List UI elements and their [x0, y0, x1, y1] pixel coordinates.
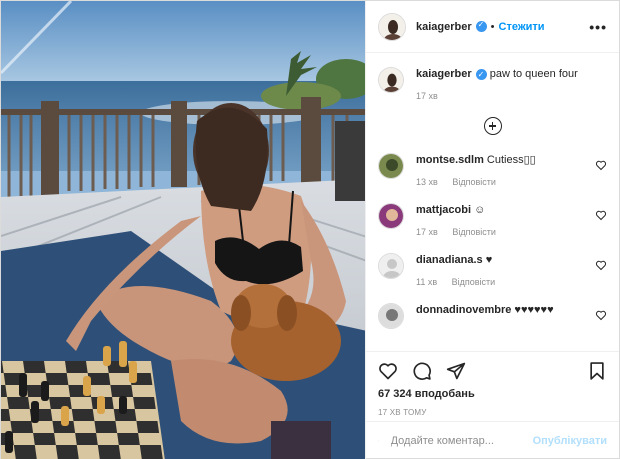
- avatar-image: [379, 304, 403, 328]
- comment-meta: 17 хв Відповісти: [416, 225, 595, 239]
- avatar-image: [379, 13, 405, 40]
- comment-text: ☺: [474, 204, 486, 216]
- comment-text: ♥♥♥♥♥♥: [514, 304, 554, 316]
- post-side-panel: kaiagerber • Стежити ••• kaiagerber paw …: [365, 1, 619, 459]
- verified-badge-icon: [475, 68, 487, 82]
- comment-text: ♥: [485, 254, 493, 266]
- like-comment-heart-icon[interactable]: [595, 159, 607, 171]
- comment-username[interactable]: mattjacobi: [416, 204, 471, 216]
- comment-row: dianadiana.s ♥ 11 хв Відповісти: [378, 253, 607, 289]
- comment-username[interactable]: montse.sdlm: [416, 154, 484, 166]
- comment-meta: 13 хв Відповісти: [416, 175, 595, 189]
- post-header: kaiagerber • Стежити •••: [366, 1, 619, 53]
- author-username[interactable]: kaiagerber: [416, 21, 472, 33]
- action-icons: [378, 358, 607, 384]
- comment-meta: 11 хв Відповісти: [416, 275, 595, 289]
- caption-time: 17 хв: [416, 91, 438, 101]
- share-paper-plane-icon[interactable]: [446, 361, 466, 381]
- like-comment-heart-icon[interactable]: [595, 259, 607, 271]
- author-avatar[interactable]: [378, 12, 406, 41]
- comments-list[interactable]: kaiagerber paw to queen four 17 хв: [366, 53, 619, 351]
- likes-count[interactable]: 67 324 вподобань: [378, 388, 607, 400]
- comment-avatar[interactable]: [378, 203, 404, 229]
- default-avatar-icon: [379, 254, 403, 278]
- caption-username[interactable]: kaiagerber: [416, 68, 472, 80]
- comment-username[interactable]: donnadinovembre: [416, 304, 511, 316]
- plus-circle-icon[interactable]: [483, 117, 502, 135]
- comment-username[interactable]: dianadiana.s: [416, 254, 483, 266]
- post-timestamp: 17 ХВ ТОМУ: [378, 408, 427, 417]
- comment-time: 11 хв: [416, 277, 438, 287]
- photo-illustration: [1, 1, 365, 459]
- add-comment-bar: Опублікувати: [366, 421, 619, 459]
- reply-button[interactable]: Відповісти: [452, 277, 496, 287]
- save-bookmark-icon[interactable]: [587, 361, 607, 381]
- like-heart-icon[interactable]: [378, 361, 398, 381]
- more-options-icon[interactable]: •••: [589, 19, 607, 35]
- comment-text: Cutiess▯▯: [486, 154, 536, 166]
- caption-row: kaiagerber paw to queen four 17 хв: [378, 67, 607, 103]
- comment-input[interactable]: [390, 435, 533, 447]
- reply-button[interactable]: Відповісти: [452, 177, 496, 187]
- avatar-image: [379, 204, 403, 228]
- caption-text: paw to queen four: [489, 68, 578, 80]
- comment-avatar[interactable]: [378, 253, 404, 279]
- verified-badge-icon: [475, 20, 487, 32]
- reply-button[interactable]: Відповісти: [452, 227, 496, 237]
- like-comment-heart-icon[interactable]: [595, 309, 607, 321]
- comment-row: mattjacobi ☺ 17 хв Відповісти: [378, 203, 607, 239]
- emoji-icon[interactable]: [378, 431, 379, 451]
- avatar-image: [379, 68, 403, 92]
- comment-time: 17 хв: [416, 227, 438, 237]
- comment-row: montse.sdlm Cutiess▯▯ 13 хв Відповісти: [378, 153, 607, 189]
- like-comment-heart-icon[interactable]: [595, 209, 607, 221]
- follow-button[interactable]: Стежити: [499, 21, 545, 33]
- caption-author-avatar[interactable]: [378, 67, 404, 93]
- avatar-image: [379, 154, 403, 178]
- instagram-post-view: kaiagerber • Стежити ••• kaiagerber paw …: [0, 0, 620, 459]
- publish-comment-button[interactable]: Опублікувати: [533, 435, 607, 447]
- caption-meta: 17 хв: [416, 89, 607, 103]
- comment-avatar[interactable]: [378, 303, 404, 329]
- comment-avatar[interactable]: [378, 153, 404, 179]
- comment-bubble-icon[interactable]: [412, 361, 432, 381]
- post-actions: 67 324 вподобань 17 ХВ ТОМУ: [366, 351, 619, 421]
- comment-time: 13 хв: [416, 177, 438, 187]
- separator-dot: •: [490, 20, 495, 33]
- load-more-comments[interactable]: [378, 117, 607, 135]
- comment-row: donnadinovembre ♥♥♥♥♥♥: [378, 303, 607, 329]
- post-photo[interactable]: [1, 1, 365, 459]
